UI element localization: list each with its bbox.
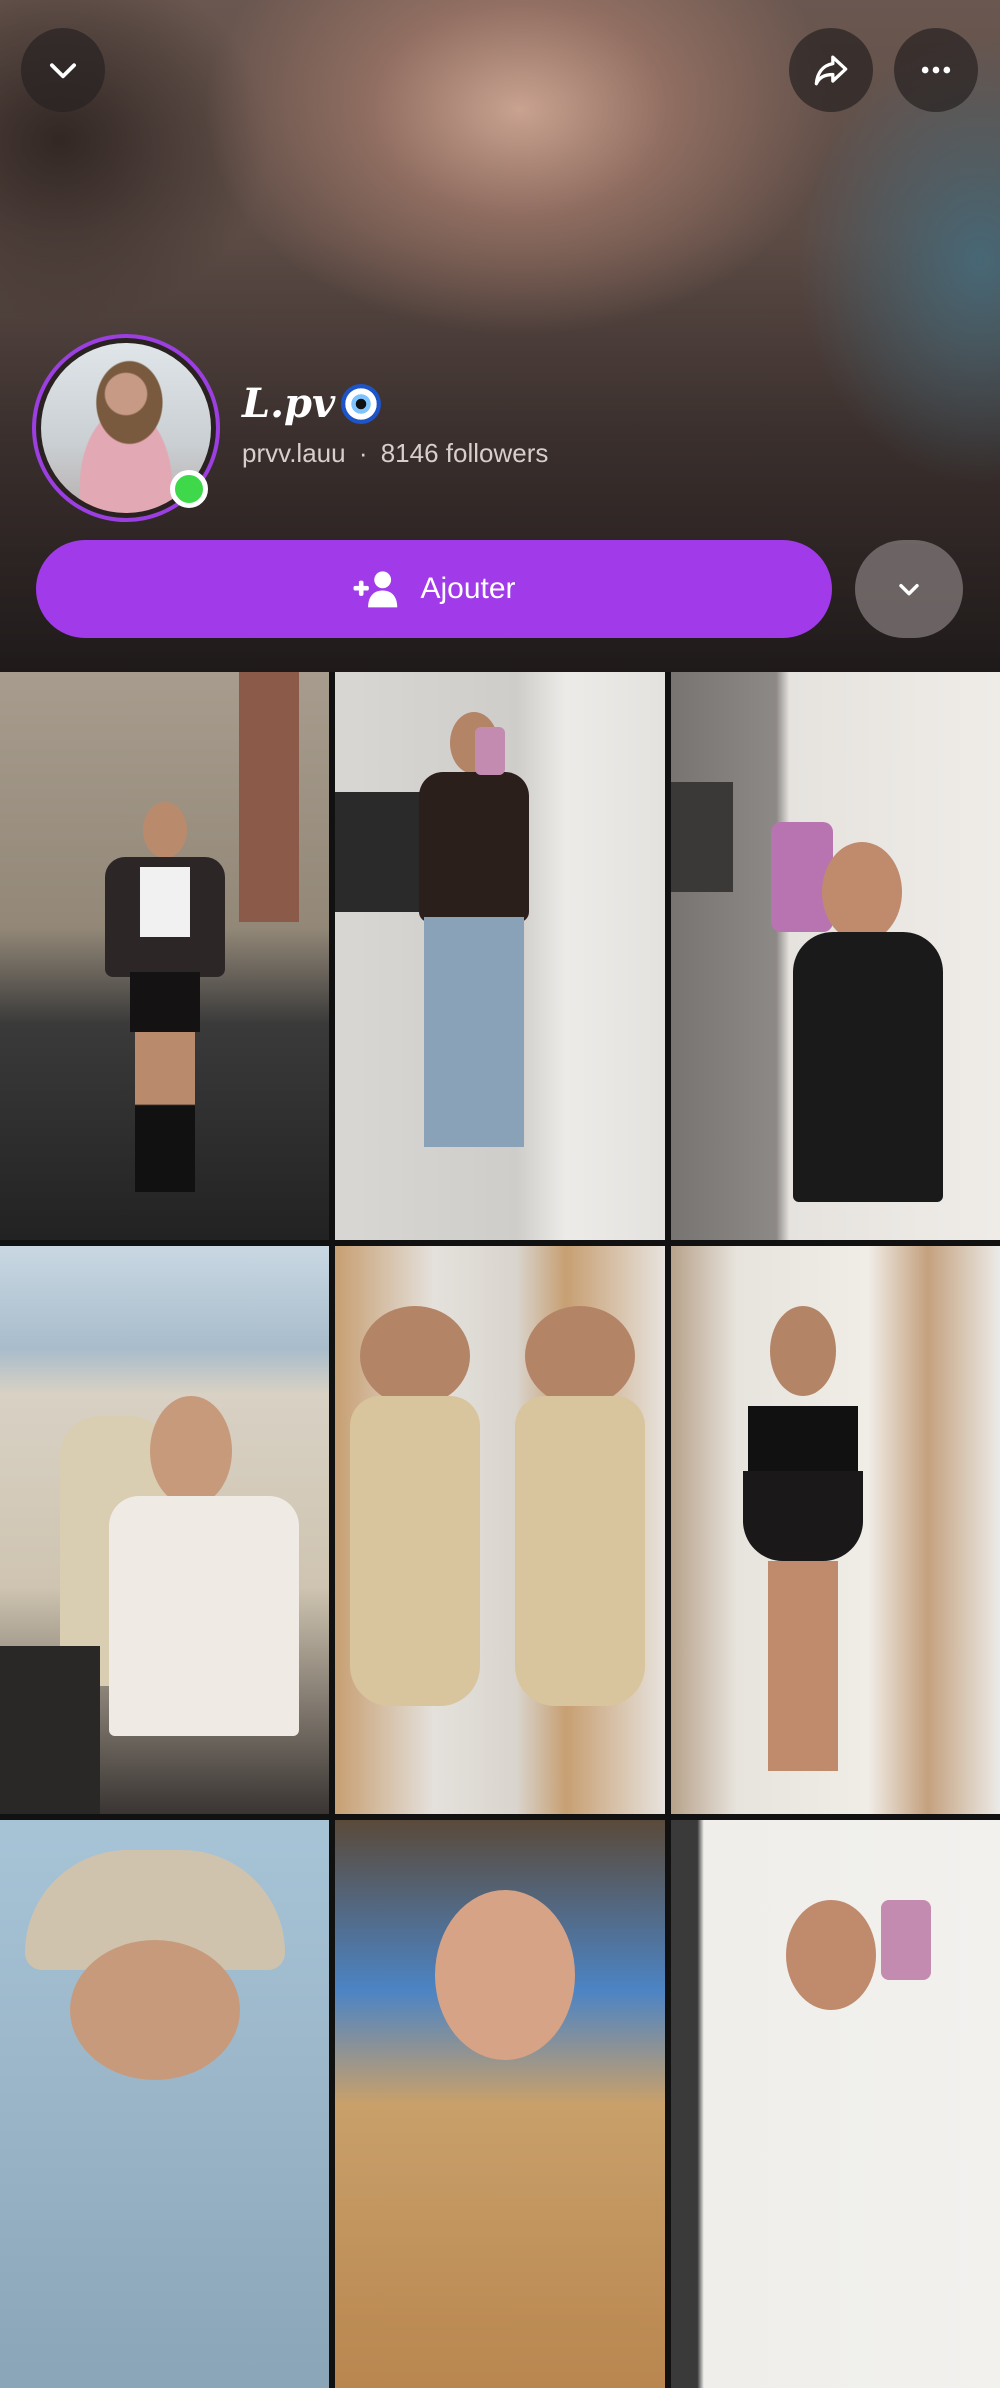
story-grid [0, 672, 1000, 2388]
display-name-text: L.pv [242, 380, 336, 427]
chevron-down-icon [50, 63, 76, 79]
add-friend-label: Ajouter [420, 572, 516, 605]
online-status-indicator [170, 470, 208, 508]
separator: · [358, 438, 368, 468]
story-tile[interactable] [671, 1246, 1000, 1814]
username[interactable]: prvv.lauu [242, 438, 346, 468]
chevron-down-icon [899, 583, 919, 596]
nazar-amulet-icon [341, 383, 382, 424]
story-tile[interactable] [0, 1820, 329, 2388]
story-tile[interactable] [335, 1820, 665, 2388]
story-tile[interactable] [335, 672, 665, 1240]
story-tile[interactable] [335, 1246, 665, 1814]
profile-header: L.pv prvv.lauu · 8146 followers Ajouter [0, 0, 1000, 672]
story-tile[interactable] [671, 672, 1000, 1240]
more-dots-icon [921, 66, 951, 74]
followers-count[interactable]: 8146 followers [381, 438, 549, 468]
profile-subline: prvv.lauu · 8146 followers [242, 438, 548, 469]
more-options-button[interactable] [894, 28, 978, 112]
add-friend-button[interactable]: Ajouter [36, 540, 832, 638]
share-arrow-icon [814, 55, 848, 86]
display-name: L.pv [242, 380, 382, 427]
story-tile[interactable] [0, 1246, 329, 1814]
expand-options-button[interactable] [855, 540, 963, 638]
collapse-button[interactable] [21, 28, 105, 112]
share-button[interactable] [789, 28, 873, 112]
add-friend-icon [354, 571, 398, 608]
story-tile[interactable] [671, 1820, 1000, 2388]
story-tile[interactable] [0, 672, 329, 1240]
